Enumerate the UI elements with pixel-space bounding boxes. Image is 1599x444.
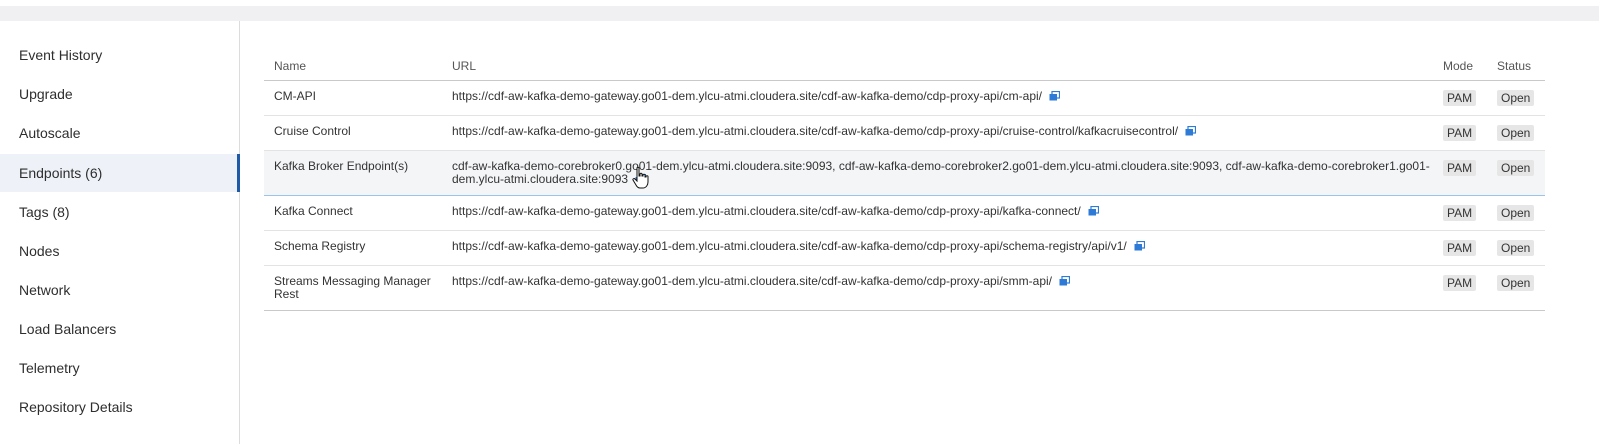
endpoint-name: Schema Registry xyxy=(264,230,442,266)
status-badge: Open xyxy=(1497,205,1535,221)
sidebar: Event History Upgrade Autoscale Endpoint… xyxy=(0,21,240,444)
sidebar-item-load-balancers[interactable]: Load Balancers xyxy=(0,310,239,348)
sidebar-item-event-history[interactable]: Event History xyxy=(0,36,239,74)
status-cell: Open xyxy=(1487,115,1545,151)
sidebar-item-tags[interactable]: Tags (8) xyxy=(0,193,239,231)
status-badge: Open xyxy=(1497,240,1535,256)
status-cell: Open xyxy=(1487,230,1545,266)
copy-icon[interactable] xyxy=(1088,206,1099,216)
copy-icon[interactable] xyxy=(1049,91,1061,101)
mode-badge: PAM xyxy=(1443,160,1477,176)
status-cell: Open xyxy=(1487,150,1545,196)
sidebar-item-endpoints[interactable]: Endpoints (6) xyxy=(0,154,240,192)
table-row: Kafka Connect https://cdf-aw-kafka-demo-… xyxy=(264,195,1545,231)
table-row: Kafka Broker Endpoint(s) cdf-aw-kafka-de… xyxy=(264,150,1545,196)
column-header-status: Status xyxy=(1487,21,1545,81)
endpoint-url-cell: https://cdf-aw-kafka-demo-gateway.go01-d… xyxy=(442,195,1433,231)
mode-cell: PAM xyxy=(1433,80,1487,116)
endpoints-panel: Name URL Mode Status CM-API https://cdf-… xyxy=(264,21,1545,311)
mode-badge: PAM xyxy=(1443,90,1477,106)
sidebar-item-label: Telemetry xyxy=(19,360,80,376)
copy-icon[interactable] xyxy=(1185,126,1197,136)
mode-cell: PAM xyxy=(1433,230,1487,266)
status-cell: Open xyxy=(1487,80,1545,116)
sidebar-item-label: Autoscale xyxy=(19,125,81,141)
endpoint-name: CM-API xyxy=(264,80,442,116)
endpoint-name: Kafka Broker Endpoint(s) xyxy=(264,150,442,196)
column-header-url: URL xyxy=(442,21,1433,81)
copy-icon[interactable] xyxy=(635,174,647,184)
mode-badge: PAM xyxy=(1443,275,1477,291)
endpoint-name: Cruise Control xyxy=(264,115,442,151)
endpoint-url-cell: https://cdf-aw-kafka-demo-gateway.go01-d… xyxy=(442,230,1433,266)
table-row: Schema Registry https://cdf-aw-kafka-dem… xyxy=(264,230,1545,266)
column-header-name: Name xyxy=(264,21,442,81)
endpoint-name: Streams Messaging Manager Rest xyxy=(264,265,442,311)
sidebar-item-label: Nodes xyxy=(19,243,60,259)
table-row: Cruise Control https://cdf-aw-kafka-demo… xyxy=(264,115,1545,151)
table-row: CM-API https://cdf-aw-kafka-demo-gateway… xyxy=(264,80,1545,116)
status-cell: Open xyxy=(1487,195,1545,231)
sidebar-item-autoscale[interactable]: Autoscale xyxy=(0,114,239,152)
sidebar-item-label: Load Balancers xyxy=(19,321,117,337)
sidebar-item-label: Repository Details xyxy=(19,399,133,415)
endpoint-url-cell: cdf-aw-kafka-demo-corebroker0.go01-dem.y… xyxy=(442,150,1433,196)
copy-icon[interactable] xyxy=(1134,241,1145,251)
top-strip xyxy=(0,6,1599,21)
mode-badge: PAM xyxy=(1443,125,1477,141)
mode-cell: PAM xyxy=(1433,115,1487,151)
copy-icon[interactable] xyxy=(1059,276,1071,286)
sidebar-item-label: Event History xyxy=(19,47,103,63)
endpoint-url: cdf-aw-kafka-demo-corebroker0.go01-dem.y… xyxy=(452,159,1430,186)
mode-cell: PAM xyxy=(1433,150,1487,196)
table-header-row: Name URL Mode Status xyxy=(264,21,1545,81)
endpoint-name: Kafka Connect xyxy=(264,195,442,231)
endpoint-url: https://cdf-aw-kafka-demo-gateway.go01-d… xyxy=(452,89,1043,103)
sidebar-item-network[interactable]: Network xyxy=(0,271,239,309)
endpoint-url: https://cdf-aw-kafka-demo-gateway.go01-d… xyxy=(452,274,1053,288)
endpoints-table: Name URL Mode Status CM-API https://cdf-… xyxy=(264,21,1545,311)
sidebar-item-repository-details[interactable]: Repository Details xyxy=(0,388,239,426)
sidebar-item-label: Network xyxy=(19,282,71,298)
endpoint-url: https://cdf-aw-kafka-demo-gateway.go01-d… xyxy=(452,204,1081,218)
endpoint-url: https://cdf-aw-kafka-demo-gateway.go01-d… xyxy=(452,239,1127,253)
status-badge: Open xyxy=(1497,125,1535,141)
column-header-mode: Mode xyxy=(1433,21,1487,81)
mode-badge: PAM xyxy=(1443,205,1477,221)
top-bar xyxy=(0,0,1599,21)
mode-badge: PAM xyxy=(1443,240,1477,256)
mode-cell: PAM xyxy=(1433,195,1487,231)
status-cell: Open xyxy=(1487,265,1545,311)
endpoint-url-cell: https://cdf-aw-kafka-demo-gateway.go01-d… xyxy=(442,115,1433,151)
sidebar-item-label: Upgrade xyxy=(19,86,73,102)
sidebar-item-label: Tags (8) xyxy=(19,204,70,220)
status-badge: Open xyxy=(1497,160,1535,176)
sidebar-item-telemetry[interactable]: Telemetry xyxy=(0,349,239,387)
table-row: Streams Messaging Manager Rest https://c… xyxy=(264,265,1545,311)
sidebar-item-upgrade[interactable]: Upgrade xyxy=(0,75,239,113)
endpoint-url-cell: https://cdf-aw-kafka-demo-gateway.go01-d… xyxy=(442,80,1433,116)
status-badge: Open xyxy=(1497,90,1535,106)
status-badge: Open xyxy=(1497,275,1535,291)
sidebar-item-label: Endpoints (6) xyxy=(19,165,103,181)
endpoint-url-cell: https://cdf-aw-kafka-demo-gateway.go01-d… xyxy=(442,265,1433,311)
sidebar-item-nodes[interactable]: Nodes xyxy=(0,232,239,270)
endpoint-url: https://cdf-aw-kafka-demo-gateway.go01-d… xyxy=(452,124,1179,138)
mode-cell: PAM xyxy=(1433,265,1487,311)
